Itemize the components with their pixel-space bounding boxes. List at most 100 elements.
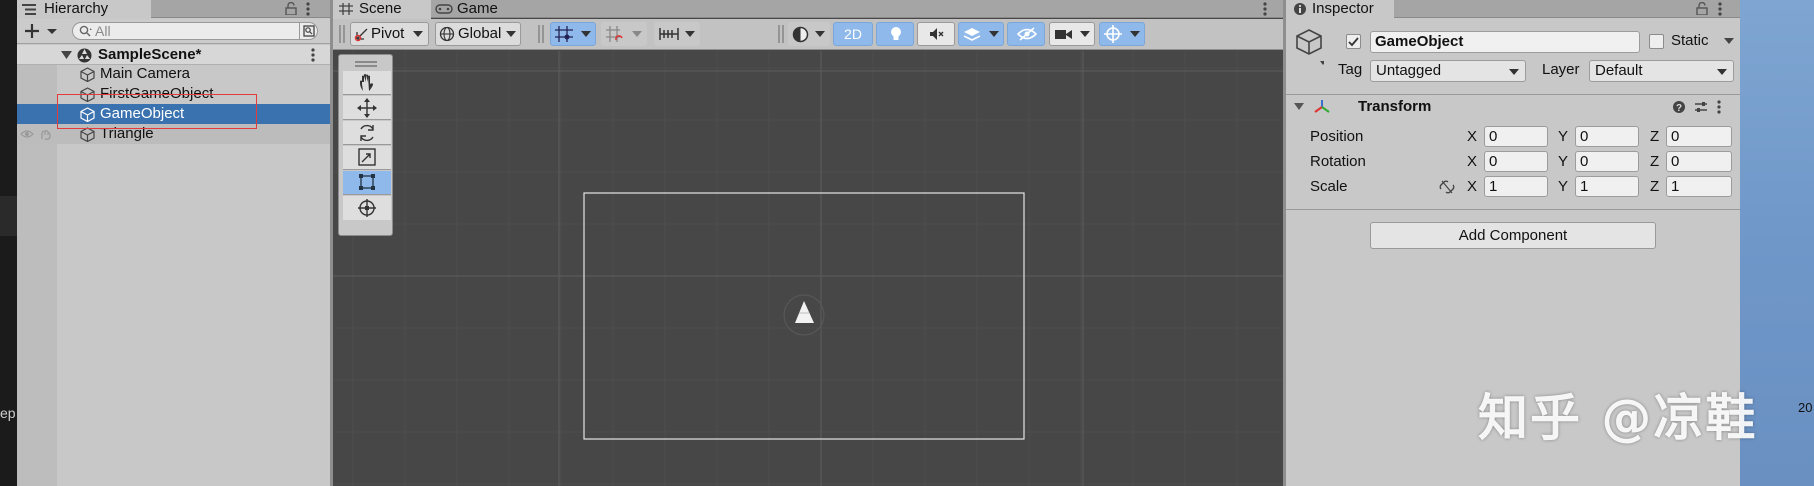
pivot-dropdown[interactable]: Pivot xyxy=(350,22,429,46)
axis-z-label: Z xyxy=(1650,153,1660,170)
hierarchy-tab[interactable]: Hierarchy xyxy=(17,0,151,19)
effects-layers-icon xyxy=(963,26,981,42)
scale-icon xyxy=(358,148,376,166)
audio-button[interactable] xyxy=(917,22,955,46)
constrain-proportions-icon[interactable] xyxy=(1439,180,1455,194)
scale-z-field[interactable]: 1 xyxy=(1666,176,1732,197)
scene-grid xyxy=(333,51,1283,486)
inspector-lock-icon[interactable] xyxy=(1696,2,1708,15)
transform-component-header[interactable]: Transform ? xyxy=(1286,95,1740,119)
palette-grip[interactable] xyxy=(355,61,377,67)
component-more-icon[interactable] xyxy=(1717,100,1721,114)
lighting-button[interactable] xyxy=(876,22,914,46)
effects-dropdown[interactable] xyxy=(958,22,1004,46)
transform-combo-icon xyxy=(357,198,377,218)
foldout-arrow-icon[interactable] xyxy=(1294,103,1304,111)
gamepad-icon xyxy=(435,4,453,14)
hierarchy-item[interactable]: Main Camera xyxy=(57,64,330,84)
scene-name: SampleScene* xyxy=(98,46,202,63)
increment-snap-button[interactable] xyxy=(601,22,647,46)
rotate-icon xyxy=(357,123,377,143)
static-dropdown-arrow[interactable] xyxy=(1724,38,1734,45)
scale-y-field[interactable]: 1 xyxy=(1575,176,1639,197)
camera-dropdown[interactable] xyxy=(1049,22,1095,46)
toolbar-grip xyxy=(339,25,345,43)
list-icon xyxy=(22,4,36,15)
tab-scene[interactable]: Scene xyxy=(333,0,431,19)
shading-mode-dropdown[interactable] xyxy=(788,22,830,46)
scale-x-field[interactable]: 1 xyxy=(1484,176,1548,197)
expand-arrow-icon[interactable] xyxy=(61,51,72,60)
search-filter-icon[interactable] xyxy=(299,23,317,39)
pivot-label: Pivot xyxy=(371,25,405,42)
transform-title: Transform xyxy=(1358,98,1432,115)
axis-y-label: Y xyxy=(1558,128,1569,145)
mode-2d-button[interactable]: 2D xyxy=(833,22,873,46)
position-z-field[interactable]: 0 xyxy=(1666,126,1732,147)
search-placeholder: All xyxy=(95,23,111,39)
move-tool-button[interactable] xyxy=(343,96,391,120)
more-options-icon[interactable] xyxy=(306,2,310,16)
add-component-label: Add Component xyxy=(1458,227,1568,244)
eye-icon[interactable] xyxy=(20,129,34,139)
tab-game-label: Game xyxy=(457,0,498,17)
tag-label: Tag xyxy=(1338,61,1363,78)
grid-snap-icon xyxy=(555,26,573,42)
add-button[interactable] xyxy=(25,22,59,40)
grid-snap-button[interactable] xyxy=(550,22,596,46)
object-name-field[interactable]: GameObject xyxy=(1370,31,1640,53)
rotation-z-field[interactable]: 0 xyxy=(1666,151,1732,172)
axis-z-label: Z xyxy=(1650,128,1660,145)
scene-panel: Scene Game Pivot Global 2D xyxy=(333,0,1283,486)
rect-tool-button[interactable] xyxy=(343,171,391,195)
unity-scene-icon xyxy=(76,47,93,64)
tool-palette xyxy=(338,54,393,236)
active-checkbox[interactable] xyxy=(1346,34,1361,49)
search-input[interactable]: All xyxy=(72,22,318,40)
tab-game[interactable]: Game xyxy=(431,0,527,19)
triangle-sprite-icon xyxy=(795,301,814,323)
position-y-field[interactable]: 0 xyxy=(1575,126,1639,147)
hand-tool-button[interactable] xyxy=(343,71,391,95)
rotation-x-field[interactable]: 0 xyxy=(1484,151,1548,172)
help-icon[interactable]: ? xyxy=(1672,100,1686,114)
add-component-button[interactable]: Add Component xyxy=(1370,222,1656,249)
rect-transform-icon xyxy=(358,173,376,191)
increment-snap-icon xyxy=(606,26,624,42)
tab-inspector[interactable]: Inspector xyxy=(1286,0,1394,19)
static-checkbox[interactable] xyxy=(1649,34,1664,49)
cube-icon xyxy=(80,127,95,142)
static-label: Static xyxy=(1671,32,1709,49)
scene-row[interactable]: SampleScene* xyxy=(17,45,330,65)
preset-sliders-icon[interactable] xyxy=(1694,100,1708,114)
pickable-hand-icon[interactable] xyxy=(39,128,51,140)
scene-visibility-button[interactable] xyxy=(1007,22,1045,46)
layer-dropdown[interactable]: Default xyxy=(1589,60,1734,82)
axis-y-label: Y xyxy=(1558,178,1569,195)
rotation-y-value: 0 xyxy=(1580,153,1589,170)
scene-more-icon[interactable] xyxy=(311,48,315,62)
scene-viewport[interactable] xyxy=(333,51,1283,486)
scale-tool-button[interactable] xyxy=(343,146,391,170)
ruler-icon xyxy=(659,26,679,42)
rotate-tool-button[interactable] xyxy=(343,121,391,145)
scene-more-options-icon[interactable] xyxy=(1263,2,1267,16)
mode-2d-label: 2D xyxy=(844,26,862,42)
position-y-value: 0 xyxy=(1580,128,1589,145)
global-dropdown[interactable]: Global xyxy=(435,22,521,46)
inspector-more-icon[interactable] xyxy=(1718,2,1722,16)
rotation-y-field[interactable]: 0 xyxy=(1575,151,1639,172)
layer-label: Layer xyxy=(1542,61,1580,78)
search-icon xyxy=(79,25,93,37)
gizmos-dropdown[interactable] xyxy=(1099,22,1145,46)
scale-z-value: 1 xyxy=(1671,178,1680,195)
transform-tool-button[interactable] xyxy=(343,196,391,220)
axis-x-label: X xyxy=(1467,128,1478,145)
hand-icon xyxy=(358,73,376,92)
lock-icon[interactable] xyxy=(285,2,297,15)
ruler-button[interactable] xyxy=(654,22,700,46)
hierarchy-tab-label: Hierarchy xyxy=(44,0,109,17)
info-icon xyxy=(1293,2,1307,16)
tag-dropdown[interactable]: Untagged xyxy=(1370,60,1526,82)
position-x-field[interactable]: 0 xyxy=(1484,126,1548,147)
